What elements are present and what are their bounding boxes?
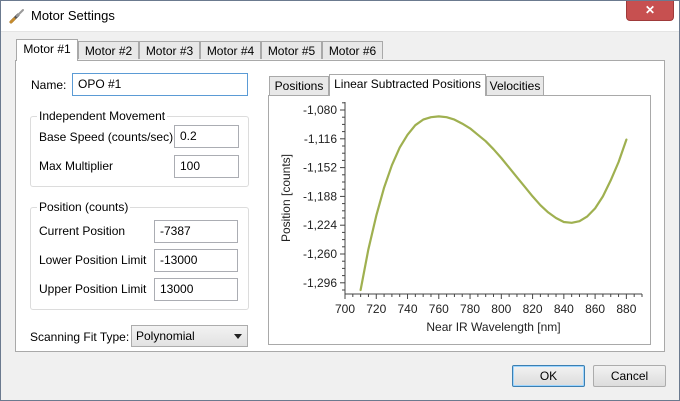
upper-position-limit-label: Upper Position Limit	[39, 282, 147, 296]
tab-motor-5[interactable]: Motor #5	[261, 41, 322, 59]
title-bar: Motor Settings ✕	[1, 1, 679, 32]
motor-settings-window: Motor Settings ✕ Motor #1 Motor #2 Motor…	[0, 0, 680, 401]
tab-motor-1[interactable]: Motor #1	[16, 39, 78, 61]
close-button[interactable]: ✕	[626, 1, 674, 21]
x-tick-label: 860	[585, 302, 605, 316]
y-tick-label: -1,080	[303, 103, 337, 117]
position-chart: -1,080 -1,116 -1,152 -1,188 -1,224 -1,260 -1,2…	[279, 102, 643, 334]
y-tick-label: -1,116	[304, 132, 337, 146]
x-tick-label: 700	[335, 302, 355, 316]
name-field[interactable]: OPO #1	[72, 73, 248, 96]
base-speed-field[interactable]: 0.2	[174, 125, 239, 148]
upper-position-limit-field[interactable]: 13000	[154, 278, 238, 301]
y-tick-label: -1,296	[303, 276, 337, 290]
tab-motor-3[interactable]: Motor #3	[139, 41, 200, 59]
independent-movement-title: Independent Movement	[37, 109, 168, 123]
lower-position-limit-field[interactable]: -13000	[154, 249, 238, 272]
screwdriver-icon	[9, 9, 24, 24]
x-tick-label: 760	[429, 302, 449, 316]
ok-button[interactable]: OK	[512, 365, 585, 387]
tab-velocities[interactable]: Velocities	[486, 76, 544, 95]
scanning-fit-type-select[interactable]: Polynomial	[131, 325, 248, 347]
tab-motor-2[interactable]: Motor #2	[78, 41, 139, 59]
chart-panel: -1,080 -1,116 -1,152 -1,188 -1,224 -1,260 -1,2…	[268, 95, 651, 345]
x-tick-label: 820	[523, 302, 543, 316]
y-tick-label: -1,188	[303, 189, 337, 203]
lower-position-limit-label: Lower Position Limit	[39, 253, 147, 267]
scanning-fit-type-value: Polynomial	[136, 329, 195, 343]
name-label: Name:	[31, 78, 67, 92]
x-tick-label: 780	[460, 302, 480, 316]
x-tick-label: 800	[491, 302, 511, 316]
tab-motor-6[interactable]: Motor #6	[322, 41, 383, 59]
x-axis-label: Near IR Wavelength [nm]	[426, 320, 560, 334]
max-multiplier-label: Max Multiplier	[39, 159, 114, 173]
tab-motor-4[interactable]: Motor #4	[200, 41, 261, 59]
max-multiplier-field[interactable]: 100	[174, 155, 239, 178]
scanning-fit-type-label: Scanning Fit Type:	[30, 330, 130, 344]
y-axis-label: Position [counts]	[279, 154, 293, 242]
x-tick-label: 840	[554, 302, 574, 316]
series-line	[359, 115, 628, 292]
tab-positions[interactable]: Positions	[269, 76, 329, 95]
cancel-button[interactable]: Cancel	[593, 365, 666, 387]
chevron-down-icon	[234, 334, 242, 339]
base-speed-label: Base Speed (counts/sec)	[39, 130, 174, 144]
window-title: Motor Settings	[31, 8, 115, 23]
tab-linear-subtracted-positions[interactable]: Linear Subtracted Positions	[329, 74, 486, 96]
y-tick-label: -1,224	[303, 218, 337, 232]
y-tick-label: -1,152	[303, 161, 337, 175]
x-tick-label: 880	[616, 302, 636, 316]
x-tick-label: 720	[366, 302, 386, 316]
position-group-title: Position (counts)	[37, 200, 131, 214]
current-position-label: Current Position	[39, 224, 126, 238]
current-position-field[interactable]: -7387	[154, 220, 238, 243]
x-tick-label: 740	[398, 302, 418, 316]
y-tick-label: -1,260	[303, 247, 337, 261]
